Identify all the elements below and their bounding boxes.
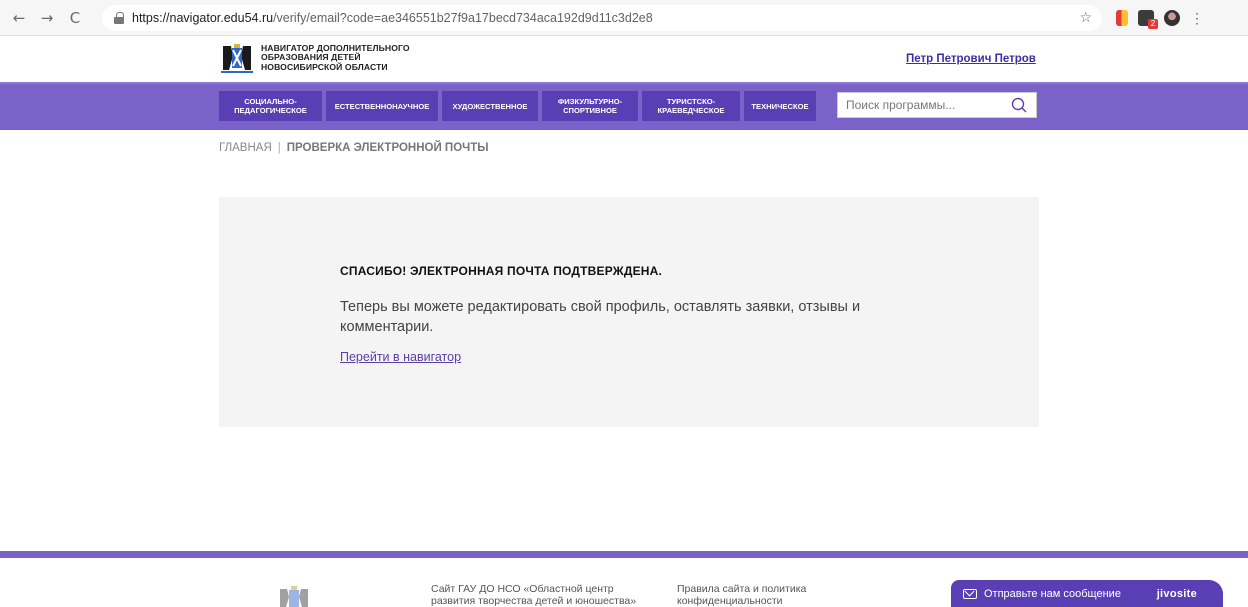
footer-coat-of-arms-icon	[280, 586, 308, 607]
bookmark-star-icon[interactable]: ☆	[1079, 10, 1092, 26]
confirmation-title: СПАСИБО! ЭЛЕКТРОННАЯ ПОЧТА ПОДТВЕРЖДЕНА.	[340, 264, 663, 278]
browser-nav-buttons: ← → C	[8, 7, 86, 29]
confirmation-card: СПАСИБО! ЭЛЕКТРОННАЯ ПОЧТА ПОДТВЕРЖДЕНА.…	[219, 197, 1039, 427]
nav-item-label: ТУРИСТСКО-	[666, 97, 716, 106]
address-bar[interactable]: https://navigator.edu54.ru /verify/email…	[102, 4, 1102, 31]
nav-item-artistic[interactable]: ХУДОЖЕСТВЕННОЕ	[442, 91, 538, 121]
logo-line-3: НОВОСИБИРСКОЙ ОБЛАСТИ	[261, 61, 388, 72]
footer-text: развития творчества детей и юношества»	[431, 595, 637, 607]
profile-avatar-icon[interactable]	[1164, 9, 1180, 26]
breadcrumb-separator: |	[277, 142, 281, 154]
nav-item-technical[interactable]: ТЕХНИЧЕСКОЕ	[744, 91, 816, 121]
footer-text: Правила сайта и политика	[677, 583, 807, 595]
nav-item-label: ХУДОЖЕСТВЕННОЕ	[452, 101, 528, 111]
nav-item-label: ПЕДАГОГИЧЕСКОЕ	[234, 106, 307, 115]
coat-of-arms-icon	[220, 43, 254, 73]
forward-arrow-icon[interactable]: →	[36, 7, 58, 29]
nav-item-label: ЕСТЕСТВЕННОНАУЧНОЕ	[334, 101, 430, 111]
user-profile-link[interactable]: Петр Петрович Петров	[906, 53, 1036, 65]
chat-brand: jivosite	[1156, 587, 1197, 600]
browser-toolbar: ← → C https://navigator.edu54.ru /verify…	[0, 0, 1248, 36]
nav-item-natural-science[interactable]: ЕСТЕСТВЕННОНАУЧНОЕ	[326, 91, 438, 121]
breadcrumb-current: ПРОВЕРКА ЭЛЕКТРОННОЙ ПОЧТЫ	[286, 142, 489, 154]
mail-icon	[963, 588, 977, 599]
chat-widget-button[interactable]: Отправьте нам сообщение jivosite	[951, 580, 1223, 607]
reload-icon[interactable]: C	[64, 7, 86, 29]
footer-text: Сайт ГАУ ДО НСО «Областной центр	[431, 583, 614, 595]
program-search	[837, 92, 1037, 118]
breadcrumb: ГЛАВНАЯ | ПРОВЕРКА ЭЛЕКТРОННОЙ ПОЧТЫ	[219, 142, 489, 154]
lock-icon	[114, 11, 124, 24]
nav-item-label: СПОРТИВНОЕ	[563, 106, 617, 115]
browser-menu-icon[interactable]: ⋮	[1190, 10, 1204, 26]
confirmation-message: Теперь вы можете редактировать свой проф…	[340, 299, 861, 335]
search-input[interactable]	[838, 93, 1008, 117]
footer-site-info[interactable]: Сайт ГАУ ДО НСО «Областной центр развити…	[431, 583, 666, 607]
footer-text: конфиденциальности	[677, 595, 783, 607]
footer-privacy-link[interactable]: Правила сайта и политика конфиденциально…	[677, 583, 857, 607]
nav-item-label: СОЦИАЛЬНО-	[244, 97, 297, 106]
url-path: /verify/email?code=ae346551b27f9a17becd7…	[273, 10, 653, 25]
nav-item-social-pedagogical[interactable]: СОЦИАЛЬНО- ПЕДАГОГИЧЕСКОЕ	[219, 91, 322, 121]
site-header: НАВИГАТОР ДОПОЛНИТЕЛЬНОГО ОБРАЗОВАНИЯ ДЕ…	[0, 36, 1248, 82]
nav-item-label: ТЕХНИЧЕСКОЕ	[751, 101, 809, 111]
nav-item-label: ФИЗКУЛЬТУРНО-	[557, 97, 623, 106]
site-logo[interactable]: НАВИГАТОР ДОПОЛНИТЕЛЬНОГО ОБРАЗОВАНИЯ ДЕ…	[219, 40, 410, 76]
go-to-navigator-link[interactable]: Перейти в навигатор	[340, 350, 461, 364]
category-nav-items: СОЦИАЛЬНО- ПЕДАГОГИЧЕСКОЕ ЕСТЕСТВЕННОНАУЧ…	[219, 91, 816, 121]
notification-extension-icon[interactable]	[1138, 9, 1158, 29]
back-arrow-icon[interactable]: ←	[8, 7, 30, 29]
url-host: https://navigator.edu54.ru	[132, 10, 274, 25]
search-icon[interactable]	[1011, 97, 1027, 113]
chat-label: Отправьте нам сообщение	[984, 587, 1121, 600]
extension-icons: ⋮	[1116, 9, 1204, 29]
nav-item-label: КРАЕВЕДЧЕСКОЕ	[657, 106, 725, 115]
bookmark-extension-icon[interactable]	[1116, 9, 1128, 26]
breadcrumb-home-link[interactable]: ГЛАВНАЯ	[219, 142, 272, 154]
nav-item-sports[interactable]: ФИЗКУЛЬТУРНО- СПОРТИВНОЕ	[542, 91, 638, 121]
nav-item-tourism[interactable]: ТУРИСТСКО- КРАЕВЕДЧЕСКОЕ	[642, 91, 740, 121]
category-navbar: СОЦИАЛЬНО- ПЕДАГОГИЧЕСКОЕ ЕСТЕСТВЕННОНАУЧ…	[0, 82, 1248, 130]
logo-text: НАВИГАТОР ДОПОЛНИТЕЛЬНОГО ОБРАЗОВАНИЯ ДЕ…	[261, 43, 410, 73]
footer-divider	[0, 551, 1248, 558]
